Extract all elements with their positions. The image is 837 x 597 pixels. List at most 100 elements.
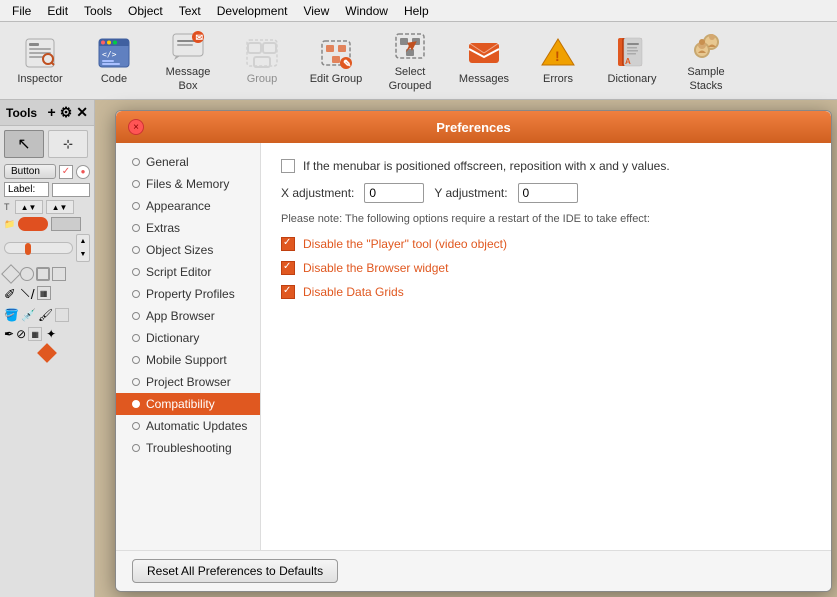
- dialog-close-btn[interactable]: ×: [128, 119, 144, 135]
- menu-tools[interactable]: Tools: [76, 2, 120, 20]
- samplestacks-label: Sample Stacks: [675, 66, 737, 92]
- svg-text:!: !: [555, 48, 560, 64]
- errors-label: Errors: [543, 73, 573, 86]
- sidebar-dot-appbrowser: [132, 312, 140, 320]
- disable-datagrids-checkbox[interactable]: [281, 285, 295, 299]
- dictionary-icon: A: [614, 35, 650, 71]
- sidebar-item-extras[interactable]: Extras: [116, 217, 260, 239]
- msgbox-label: Message Box: [157, 66, 219, 92]
- disable-datagrids-row: Disable Data Grids: [281, 285, 811, 299]
- x-adjustment-input[interactable]: [364, 183, 424, 203]
- code-label: Code: [101, 73, 127, 86]
- sidebar-item-files-memory[interactable]: Files & Memory: [116, 173, 260, 195]
- selectgrouped-icon: [392, 28, 428, 64]
- dialog-titlebar: × Preferences: [116, 111, 831, 143]
- sidebar-item-app-browser[interactable]: App Browser: [116, 305, 260, 327]
- disable-browser-checkbox[interactable]: [281, 261, 295, 275]
- toolbar-editgroup-btn[interactable]: ✎ Edit Group: [300, 26, 372, 96]
- toolbar-code-btn[interactable]: </> Code: [78, 26, 150, 96]
- main-layout: Tools + ⚙ ✕ ↖ ⊹ Button ✓ ● Label:: [0, 100, 837, 597]
- disable-player-checkbox[interactable]: [281, 237, 295, 251]
- svg-text:A: A: [625, 57, 631, 66]
- sidebar-dot-propertyprofiles: [132, 290, 140, 298]
- sidebar-item-property-profiles[interactable]: Property Profiles: [116, 283, 260, 305]
- svg-text:✉: ✉: [196, 33, 204, 43]
- sidebar-dot-objectsizes: [132, 246, 140, 254]
- sidebar-dot-appearance: [132, 202, 140, 210]
- group-label: Group: [247, 73, 278, 86]
- toolbar-group-btn: Group: [226, 26, 298, 96]
- y-adjustment-label: Y adjustment:: [434, 186, 507, 200]
- disable-player-row: Disable the "Player" tool (video object): [281, 237, 811, 251]
- editgroup-label: Edit Group: [310, 73, 363, 86]
- toolbar-errors-btn[interactable]: ! Errors: [522, 26, 594, 96]
- sidebar-dot-dictionary: [132, 334, 140, 342]
- reset-preferences-button[interactable]: Reset All Preferences to Defaults: [132, 559, 338, 583]
- toolbar-selectgrouped-btn[interactable]: Select Grouped: [374, 26, 446, 96]
- sidebar-dot-extras: [132, 224, 140, 232]
- x-adjustment-label: X adjustment:: [281, 186, 354, 200]
- sidebar-item-troubleshooting[interactable]: Troubleshooting: [116, 437, 260, 459]
- svg-text:✎: ✎: [343, 59, 351, 70]
- menu-file[interactable]: File: [4, 2, 39, 20]
- menu-view[interactable]: View: [295, 2, 337, 20]
- sidebar-item-script-editor[interactable]: Script Editor: [116, 261, 260, 283]
- sidebar-item-automatic-updates[interactable]: Automatic Updates: [116, 415, 260, 437]
- inspector-label: Inspector: [17, 73, 62, 86]
- sidebar-item-dictionary[interactable]: Dictionary: [116, 327, 260, 349]
- menubar-reposition-checkbox[interactable]: [281, 159, 295, 173]
- sidebar-dot-projectbrowser: [132, 378, 140, 386]
- menubar-reposition-label: If the menubar is positioned offscreen, …: [303, 159, 670, 173]
- toolbar-samplestacks-btn[interactable]: Sample Stacks: [670, 26, 742, 96]
- sidebar-dot-files: [132, 180, 140, 188]
- sidebar-item-mobile-support[interactable]: Mobile Support: [116, 349, 260, 371]
- sidebar-item-project-browser[interactable]: Project Browser: [116, 371, 260, 393]
- inspector-icon: [22, 35, 58, 71]
- disable-browser-row: Disable the Browser widget: [281, 261, 811, 275]
- code-icon: </>: [96, 35, 132, 71]
- disable-browser-label: Disable the Browser widget: [303, 261, 448, 275]
- dialog-title: Preferences: [152, 120, 795, 135]
- toolbar: Inspector </> Code: [0, 22, 837, 100]
- dialog-sidebar: General Files & Memory Appearance Extras: [116, 143, 261, 550]
- msgbox-icon: ✉: [170, 28, 206, 64]
- dialog-body: General Files & Memory Appearance Extras: [116, 143, 831, 550]
- menu-object[interactable]: Object: [120, 2, 171, 20]
- menubar: File Edit Tools Object Text Development …: [0, 0, 837, 22]
- sidebar-dot-mobilesupport: [132, 356, 140, 364]
- restart-note: Please note: The following options requi…: [281, 213, 811, 225]
- sidebar-dot-general: [132, 158, 140, 166]
- menu-development[interactable]: Development: [209, 2, 296, 20]
- group-icon: [244, 35, 280, 71]
- menu-window[interactable]: Window: [337, 2, 396, 20]
- menu-edit[interactable]: Edit: [39, 2, 76, 20]
- sidebar-dot-autoupdates: [132, 422, 140, 430]
- toolbar-msgbox-btn[interactable]: ✉ Message Box: [152, 26, 224, 96]
- disable-datagrids-label: Disable Data Grids: [303, 285, 404, 299]
- sidebar-item-general[interactable]: General: [116, 151, 260, 173]
- sidebar-dot-troubleshooting: [132, 444, 140, 452]
- sidebar-dot-compatibility: [132, 400, 140, 408]
- errors-icon: !: [540, 35, 576, 71]
- selectgrouped-label: Select Grouped: [379, 66, 441, 92]
- sidebar-item-object-sizes[interactable]: Object Sizes: [116, 239, 260, 261]
- dialog-footer: Reset All Preferences to Defaults: [116, 550, 831, 591]
- toolbar-inspector-btn[interactable]: Inspector: [4, 26, 76, 96]
- dialog-content: If the menubar is positioned offscreen, …: [261, 143, 831, 550]
- messages-label: Messages: [459, 73, 509, 86]
- toolbar-dictionary-btn[interactable]: A Dictionary: [596, 26, 668, 96]
- dialog-overlay: × Preferences General Files & Memory: [0, 100, 837, 597]
- menubar-pref-row: If the menubar is positioned offscreen, …: [281, 159, 811, 173]
- svg-text:</>: </>: [102, 50, 117, 59]
- dictionary-label: Dictionary: [608, 73, 657, 86]
- sidebar-dot-scripteditor: [132, 268, 140, 276]
- sidebar-item-appearance[interactable]: Appearance: [116, 195, 260, 217]
- sidebar-item-compatibility[interactable]: Compatibility: [116, 393, 260, 415]
- xy-adjustment-row: X adjustment: Y adjustment:: [281, 183, 811, 203]
- editgroup-icon: ✎: [318, 35, 354, 71]
- samplestacks-icon: [688, 28, 724, 64]
- toolbar-messages-btn[interactable]: Messages: [448, 26, 520, 96]
- menu-help[interactable]: Help: [396, 2, 437, 20]
- y-adjustment-input[interactable]: [518, 183, 578, 203]
- menu-text[interactable]: Text: [171, 2, 209, 20]
